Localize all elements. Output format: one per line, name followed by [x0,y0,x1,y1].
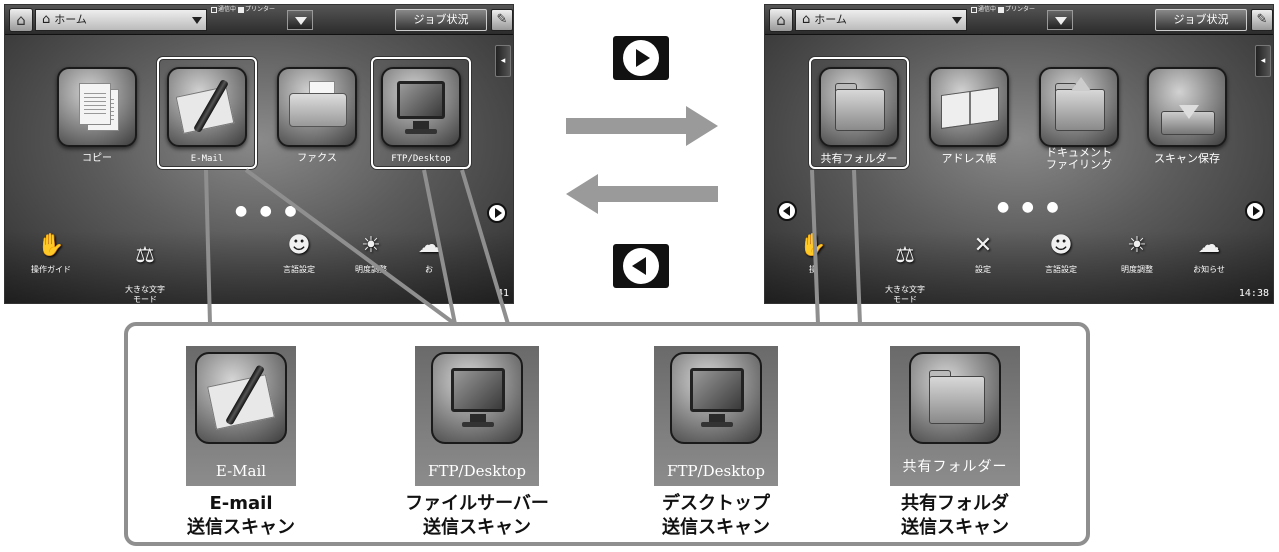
monitor-icon [431,352,523,444]
email-icon [195,352,287,444]
ftp-desktop-caption: FTP/Desktop [667,462,765,480]
connector-line [852,169,862,325]
ftp-desktop-sample-icon: FTP/Desktop [654,346,778,486]
ftp-server-sample-icon: FTP/Desktop [415,346,539,486]
title-line-2: 送信スキャン [423,517,531,538]
title-line-2: 送信スキャン [662,517,770,538]
title-line-1: E-mail [209,493,273,514]
shared-folder-scan-title: 共有フォルダ 送信スキャン [845,492,1065,540]
shared-folder-sample-icon: 共有フォルダー [890,346,1020,486]
connector-line [204,169,212,325]
connector-line [810,169,820,325]
connector-line [460,169,510,325]
email-scan-title: E-mail 送信スキャン [131,492,351,540]
folder-icon [909,352,1001,444]
connector-line [244,168,457,326]
title-line-1: デスクトップ [662,493,770,514]
callout-panel: E-Mail E-mail 送信スキャン FTP/Desktop ファイルサーバ… [124,322,1090,546]
shared-folder-caption: 共有フォルダー [902,459,1008,475]
ftp-server-caption: FTP/Desktop [428,462,526,480]
connector-line [422,169,457,325]
monitor-icon [670,352,762,444]
title-line-1: ファイルサーバー [405,493,549,514]
file-server-scan-title: ファイルサーバー 送信スキャン [367,492,587,540]
email-sample-icon: E-Mail [186,346,296,486]
desktop-scan-title: デスクトップ 送信スキャン [606,492,826,540]
title-line-2: 送信スキャン [901,517,1009,538]
title-line-1: 共有フォルダ [901,493,1009,514]
email-caption: E-Mail [215,462,267,480]
title-line-2: 送信スキャン [187,517,295,538]
